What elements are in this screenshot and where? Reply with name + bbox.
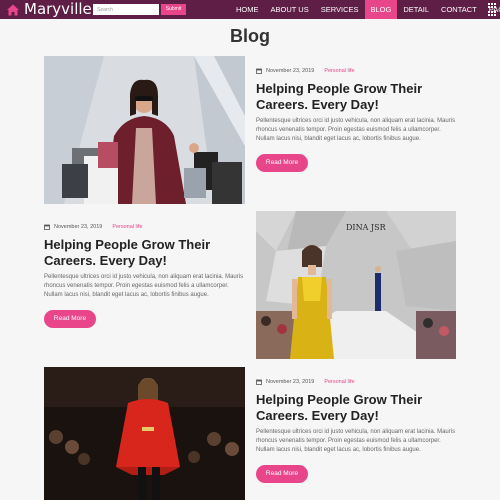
read-more-button[interactable]: Read More	[256, 154, 308, 172]
calendar-icon	[256, 379, 262, 385]
post-category[interactable]: Personal life	[324, 68, 354, 74]
page-title: Blog	[230, 26, 270, 46]
post-meta: November 23, 2019 Personal life	[44, 223, 249, 231]
read-more-button[interactable]: Read More	[44, 310, 96, 328]
post-excerpt: Pellentesque ultrices orci id justo vehi…	[256, 118, 456, 142]
post-image-runway-yellow[interactable]: DINA JSR	[256, 211, 456, 359]
post-3: November 23, 2019 Personal life Helping …	[256, 378, 461, 483]
post-category[interactable]: Personal life	[324, 379, 354, 385]
nav-item-services[interactable]: SERVICES	[315, 0, 365, 19]
search-input[interactable]	[93, 4, 159, 15]
post-meta: November 23, 2019 Personal life	[256, 67, 461, 75]
nav-item-contact[interactable]: CONTACT	[435, 0, 483, 19]
home-icon	[7, 4, 19, 15]
post-excerpt: Pellentesque ultrices orci id justo vehi…	[256, 429, 456, 453]
calendar-icon	[256, 68, 262, 74]
calendar-icon	[44, 224, 50, 230]
grid-icon[interactable]	[488, 11, 496, 16]
post-category[interactable]: Personal life	[112, 224, 142, 230]
nav-item-detail[interactable]: DETAIL	[397, 0, 435, 19]
post-excerpt: Pellentesque ultrices orci id justo vehi…	[44, 274, 244, 298]
post-date: November 23, 2019	[266, 68, 315, 74]
post-title[interactable]: Helping People Grow Their Careers. Every…	[256, 392, 461, 423]
post-date: November 23, 2019	[266, 379, 315, 385]
top-navbar: Maryville Submit HOME ABOUT US SERVICES …	[0, 0, 500, 19]
nav-item-blog[interactable]: BLOG	[364, 0, 398, 19]
read-more-button[interactable]: Read More	[256, 465, 308, 483]
post-title[interactable]: Helping People Grow Their Careers. Every…	[256, 81, 461, 112]
post-title[interactable]: Helping People Grow Their Careers. Every…	[44, 237, 249, 268]
post-1: November 23, 2019 Personal life Helping …	[256, 67, 461, 172]
image-sign-text: DINA JSR	[346, 223, 386, 232]
post-image-shopping-woman[interactable]	[44, 56, 245, 204]
nav-item-about-us[interactable]: ABOUT US	[265, 0, 315, 19]
post-image-runway-red[interactable]	[44, 367, 245, 500]
brand-logo[interactable]: Maryville	[6, 0, 92, 19]
post-meta: November 23, 2019 Personal life	[256, 378, 461, 386]
grid-icon[interactable]	[488, 3, 496, 8]
post-date: November 23, 2019	[54, 224, 103, 230]
brand-name: Maryville	[24, 0, 92, 18]
search-submit-button[interactable]: Submit	[161, 4, 186, 15]
main-nav-menu: HOME ABOUT US SERVICES BLOG DETAIL CONTA…	[230, 0, 500, 19]
post-2: November 23, 2019 Personal life Helping …	[44, 223, 249, 328]
nav-item-home[interactable]: HOME	[230, 0, 265, 19]
nav-right-icons	[488, 0, 496, 19]
